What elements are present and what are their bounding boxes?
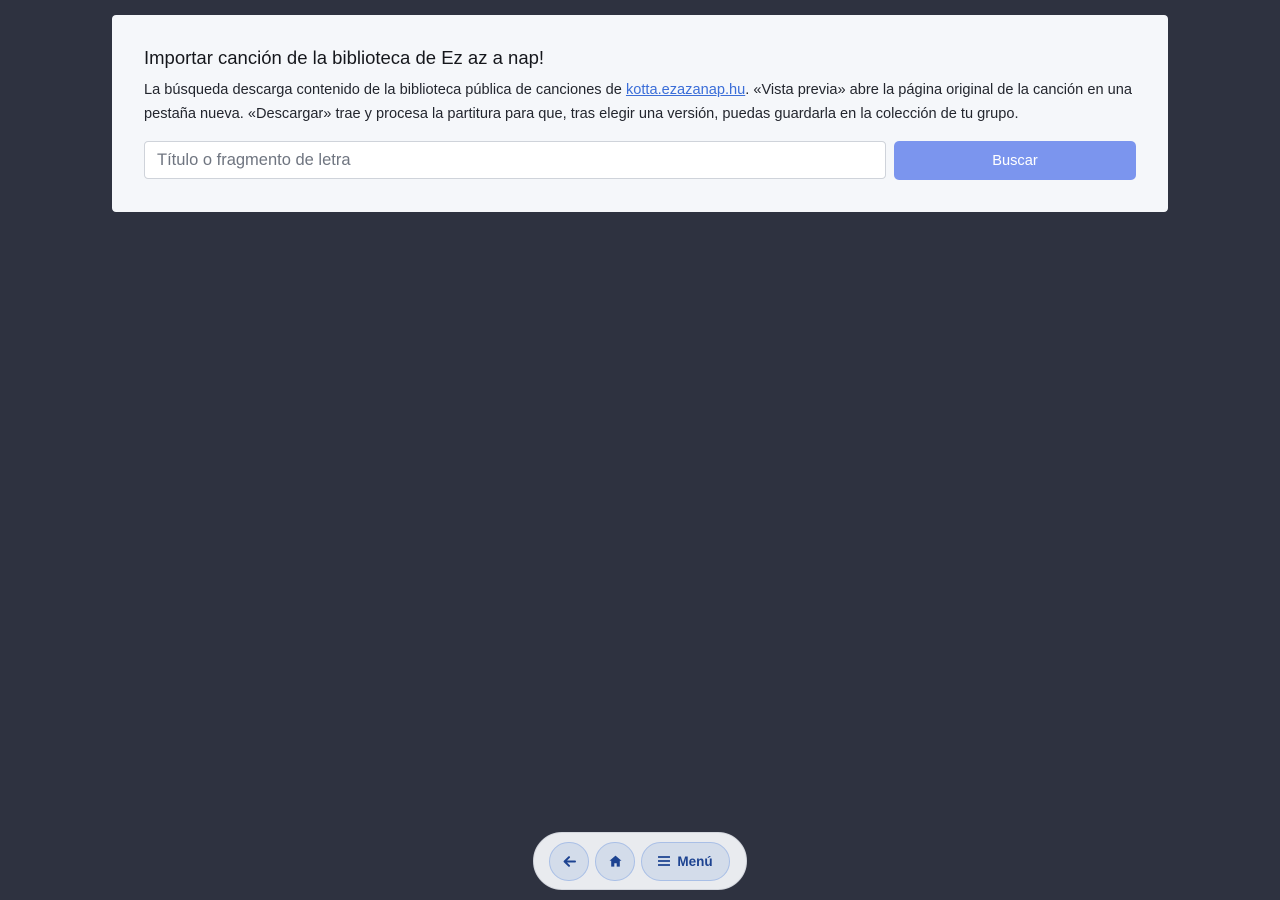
menu-label: Menú — [677, 853, 713, 869]
back-button[interactable] — [549, 841, 589, 881]
menu-button[interactable]: Menú — [641, 841, 730, 881]
panel-description: La búsqueda descarga contenido de la bib… — [144, 78, 1136, 126]
description-text-before: La búsqueda descarga contenido de la bib… — [144, 82, 626, 98]
home-button[interactable] — [595, 841, 635, 881]
search-row: Buscar — [144, 141, 1136, 180]
search-button[interactable]: Buscar — [894, 141, 1136, 180]
arrow-left-icon — [563, 855, 576, 867]
panel-title: Importar canción de la biblioteca de Ez … — [144, 47, 545, 68]
home-icon — [609, 855, 622, 867]
library-link[interactable]: kotta.ezazanap.hu — [626, 82, 745, 98]
bottom-nav: Menú — [533, 832, 747, 890]
search-input[interactable] — [144, 141, 886, 179]
hamburger-icon — [658, 856, 671, 866]
import-panel: Importar canción de la biblioteca de Ez … — [112, 15, 1168, 212]
